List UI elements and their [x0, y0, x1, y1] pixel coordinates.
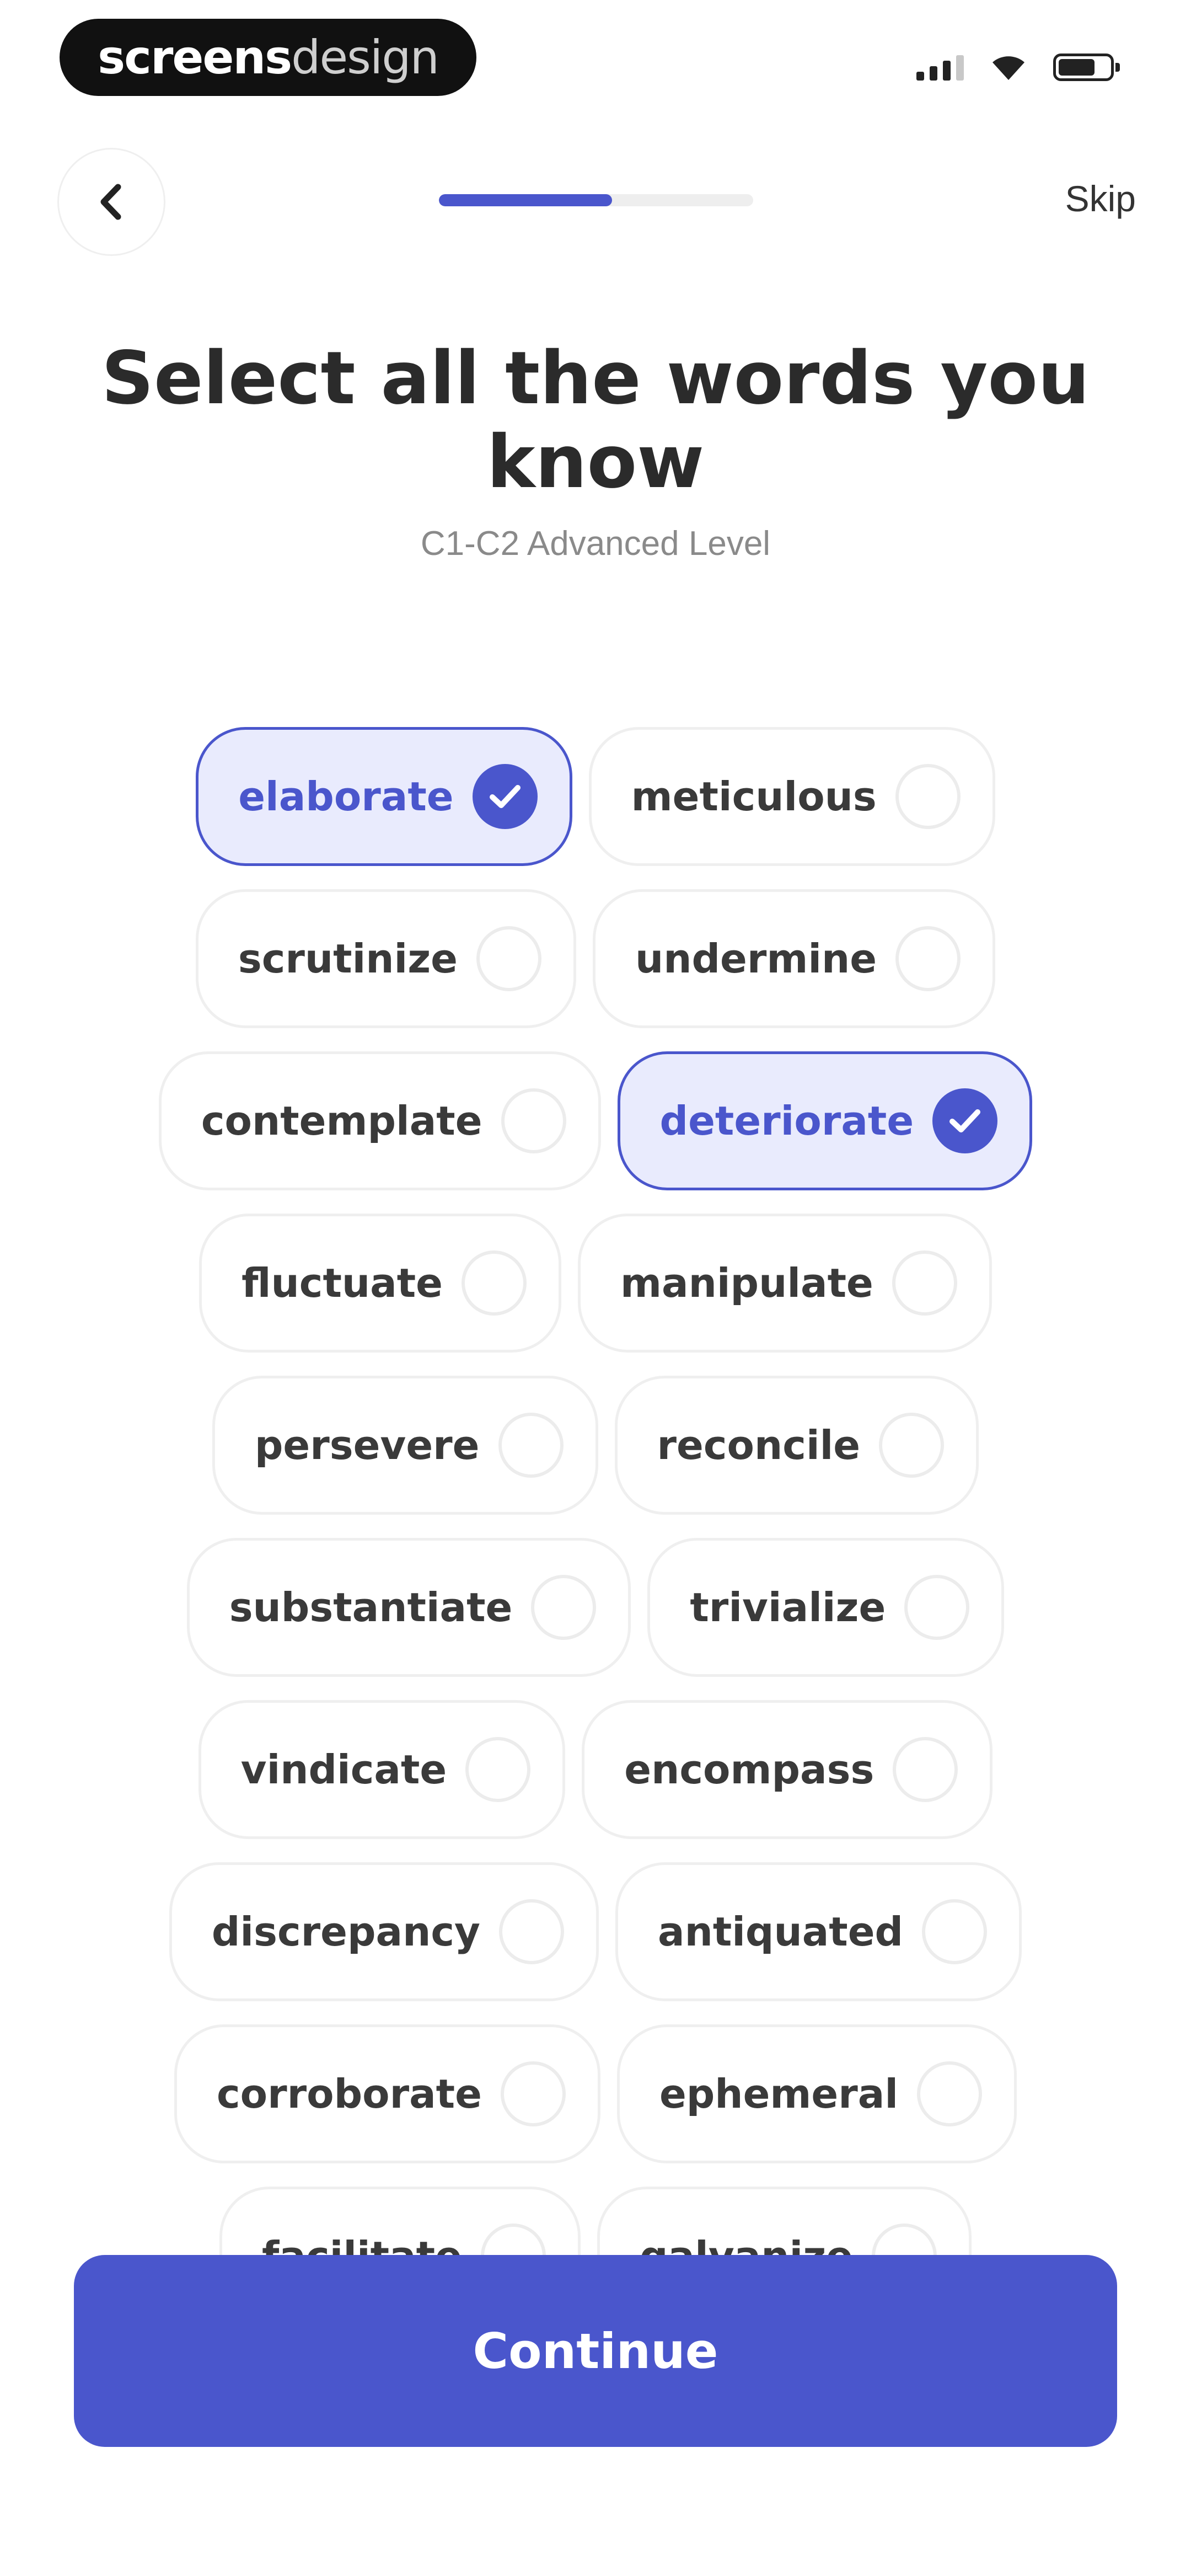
- checkbox-empty-icon[interactable]: [498, 1413, 564, 1478]
- word-chip-label: substantiate: [229, 1584, 513, 1631]
- word-row: elaborate meticulous: [0, 727, 1191, 866]
- checkbox-empty-icon[interactable]: [501, 1088, 566, 1153]
- checkbox-empty-icon[interactable]: [461, 1250, 527, 1316]
- word-row: contemplate deteriorate: [0, 1051, 1191, 1190]
- checkbox-empty-icon[interactable]: [476, 926, 541, 991]
- word-chip-meticulous[interactable]: meticulous: [588, 727, 995, 866]
- word-chip-persevere[interactable]: persevere: [212, 1376, 598, 1515]
- checkbox-empty-icon[interactable]: [879, 1413, 945, 1478]
- word-chip-label: corroborate: [216, 2071, 482, 2117]
- word-chip-contemplate[interactable]: contemplate: [158, 1051, 601, 1190]
- skip-button[interactable]: Skip: [1065, 178, 1136, 220]
- brand-logo-light: design: [291, 30, 439, 84]
- checkbox-empty-icon[interactable]: [500, 2061, 566, 2126]
- word-row: fluctuate manipulate: [0, 1214, 1191, 1353]
- word-chip-label: reconcile: [657, 1422, 861, 1468]
- word-chip-trivialize[interactable]: trivialize: [647, 1538, 1005, 1677]
- word-chip-label: discrepancy: [211, 1909, 480, 1955]
- checkbox-empty-icon[interactable]: [917, 2061, 983, 2126]
- word-row: discrepancy antiquated: [0, 1862, 1191, 2001]
- word-row: scrutinize undermine: [0, 889, 1191, 1028]
- word-row: corroborate ephemeral: [0, 2024, 1191, 2163]
- checkbox-empty-icon[interactable]: [893, 1737, 958, 1802]
- page-title: Select all the words you know: [101, 336, 1090, 505]
- checkbox-checked-icon[interactable]: [932, 1088, 998, 1153]
- continue-button[interactable]: Continue: [74, 2255, 1117, 2447]
- status-icons: [916, 51, 1120, 84]
- checkbox-empty-icon[interactable]: [895, 926, 961, 991]
- checkbox-empty-icon[interactable]: [465, 1737, 531, 1802]
- word-chip-ephemeral[interactable]: ephemeral: [616, 2024, 1017, 2163]
- checkbox-empty-icon[interactable]: [498, 1899, 564, 1964]
- word-chip-undermine[interactable]: undermine: [592, 889, 996, 1028]
- word-list: elaborate meticulous scrutinize undermine co…: [0, 727, 1191, 2272]
- check-icon: [489, 785, 521, 808]
- checkbox-empty-icon[interactable]: [895, 764, 961, 829]
- word-chip-reconcile[interactable]: reconcile: [614, 1376, 979, 1515]
- word-chip-label: vindicate: [240, 1746, 447, 1793]
- back-button[interactable]: [57, 148, 165, 256]
- word-chip-manipulate[interactable]: manipulate: [577, 1214, 992, 1353]
- chevron-left-icon: [100, 184, 121, 220]
- word-chip-label: elaborate: [238, 773, 454, 820]
- checkbox-checked-icon[interactable]: [472, 764, 538, 829]
- progress-bar: [439, 194, 753, 206]
- progress-bar-fill: [439, 194, 612, 206]
- signal-icon: [916, 54, 964, 81]
- word-row: substantiate trivialize: [0, 1538, 1191, 1677]
- checkbox-empty-icon[interactable]: [531, 1575, 597, 1640]
- word-chip-label: deteriorate: [659, 1098, 914, 1144]
- word-chip-label: manipulate: [620, 1260, 873, 1306]
- word-chip-discrepancy[interactable]: discrepancy: [169, 1862, 599, 2001]
- word-chip-corroborate[interactable]: corroborate: [174, 2024, 600, 2163]
- word-chip-label: persevere: [254, 1422, 480, 1468]
- wifi-icon: [993, 56, 1024, 80]
- word-chip-label: encompass: [624, 1746, 875, 1793]
- brand-logo-bold: screens: [98, 30, 292, 84]
- word-chip-label: contemplate: [201, 1098, 482, 1144]
- battery-icon: [1053, 54, 1120, 81]
- word-chip-scrutinize[interactable]: scrutinize: [195, 889, 576, 1028]
- brand-logo: screens design: [60, 19, 476, 96]
- level-subtitle: C1-C2 Advanced Level: [420, 525, 771, 563]
- word-chip-label: meticulous: [631, 773, 877, 820]
- word-chip-label: trivialize: [690, 1584, 886, 1631]
- word-chip-substantiate[interactable]: substantiate: [186, 1538, 631, 1677]
- word-chip-label: antiquated: [657, 1909, 904, 1955]
- word-row: persevere reconcile: [0, 1376, 1191, 1515]
- word-chip-label: undermine: [635, 936, 877, 982]
- word-chip-label: fluctuate: [242, 1260, 443, 1306]
- checkbox-empty-icon[interactable]: [922, 1899, 988, 1964]
- word-chip-fluctuate[interactable]: fluctuate: [199, 1214, 561, 1353]
- word-chip-label: ephemeral: [659, 2071, 899, 2117]
- word-chip-antiquated[interactable]: antiquated: [615, 1862, 1022, 2001]
- word-chip-elaborate[interactable]: elaborate: [196, 727, 572, 866]
- word-chip-deteriorate[interactable]: deteriorate: [617, 1051, 1033, 1190]
- check-icon: [949, 1109, 981, 1132]
- checkbox-empty-icon[interactable]: [904, 1575, 970, 1640]
- word-chip-label: scrutinize: [238, 936, 458, 982]
- word-chip-encompass[interactable]: encompass: [582, 1700, 993, 1839]
- checkbox-empty-icon[interactable]: [892, 1250, 957, 1316]
- word-row: vindicate encompass: [0, 1700, 1191, 1839]
- word-chip-vindicate[interactable]: vindicate: [198, 1700, 566, 1839]
